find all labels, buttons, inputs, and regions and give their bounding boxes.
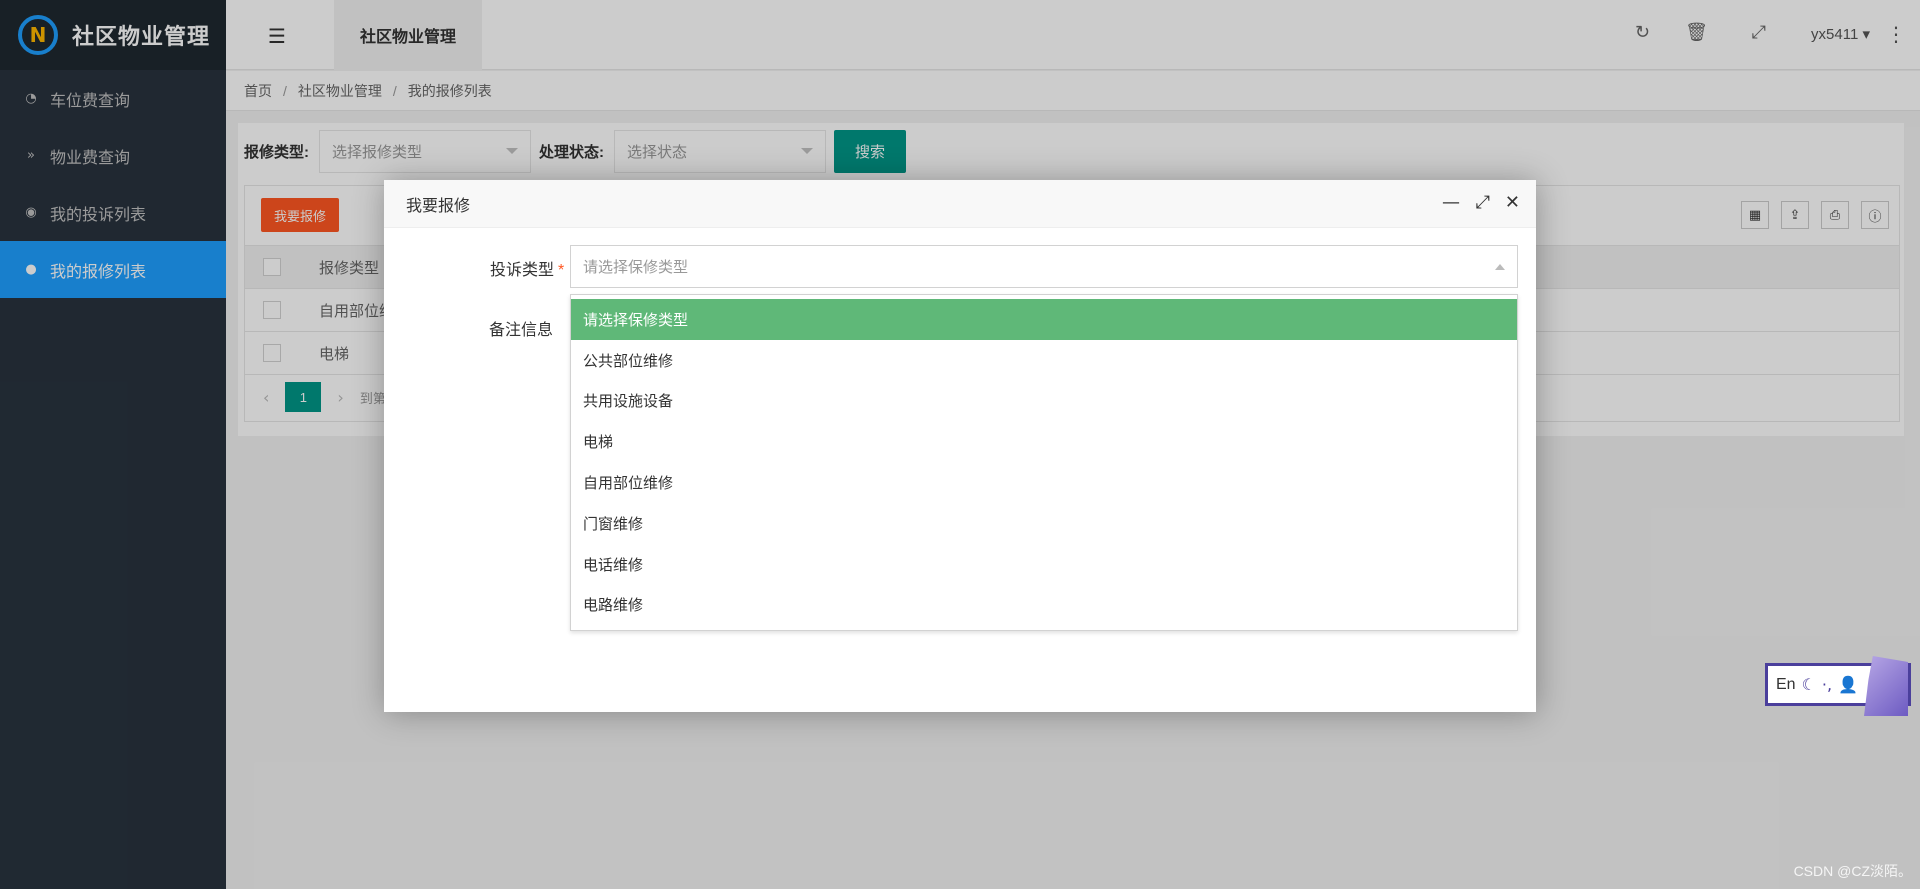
moon-icon: ☾ [1801, 675, 1816, 694]
punctuation-icon: ·, [1821, 675, 1833, 694]
repair-modal: 我要报修 — ⤢ ✕ 投诉类型 * 备注信息 请选择保修类型 请选择保修类型 公共… [384, 180, 1536, 712]
mascot-avatar [1864, 656, 1908, 716]
dropdown-option[interactable]: 共用设施设备 [571, 381, 1517, 422]
note-label: 备注信息 [489, 322, 554, 339]
repair-type-modal-select[interactable]: 请选择保修类型 [570, 245, 1518, 288]
dropdown-option[interactable]: 电梯 [571, 421, 1517, 462]
maximize-icon[interactable]: ⤢ [1476, 192, 1490, 213]
minimize-icon[interactable]: — [1442, 192, 1460, 213]
complaint-type-label-text: 投诉类型 [490, 262, 555, 279]
chevron-up-icon [1495, 263, 1505, 270]
user-icon: 👤 [1838, 675, 1859, 694]
modal-header: 我要报修 — ⤢ ✕ [384, 180, 1536, 228]
ime-language: En [1776, 675, 1796, 693]
modal-title: 我要报修 [406, 197, 471, 215]
modal-select-placeholder: 请选择保修类型 [583, 259, 689, 276]
dropdown-option[interactable]: 自用部位维修 [571, 462, 1517, 503]
close-icon[interactable]: ✕ [1505, 192, 1520, 213]
dropdown-option[interactable]: 电话维修 [571, 544, 1517, 585]
watermark: CSDN @CZ淡陌。 [1793, 863, 1912, 879]
required-mark: * [558, 262, 565, 279]
dropdown-option[interactable]: 请选择保修类型 [571, 299, 1517, 340]
dropdown-option[interactable]: 电路维修 [571, 585, 1517, 626]
repair-type-dropdown: 请选择保修类型 公共部位维修 共用设施设备 电梯 自用部位维修 门窗维修 电话维… [570, 294, 1518, 631]
complaint-type-label: 投诉类型 * [490, 256, 564, 280]
dropdown-option[interactable]: 门窗维修 [571, 503, 1517, 544]
dropdown-option[interactable]: 公共部位维修 [571, 340, 1517, 381]
ime-widget[interactable]: En ☾ ·, 👤 [1765, 656, 1911, 716]
